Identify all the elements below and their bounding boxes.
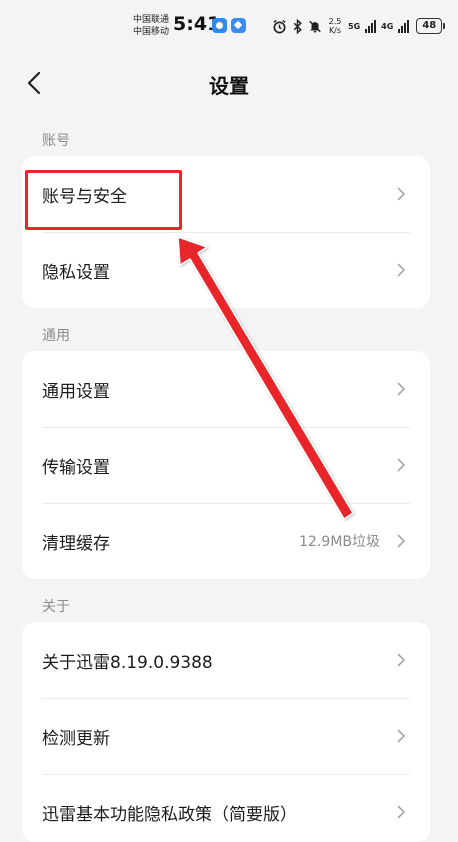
annotation-arrow xyxy=(177,236,354,520)
